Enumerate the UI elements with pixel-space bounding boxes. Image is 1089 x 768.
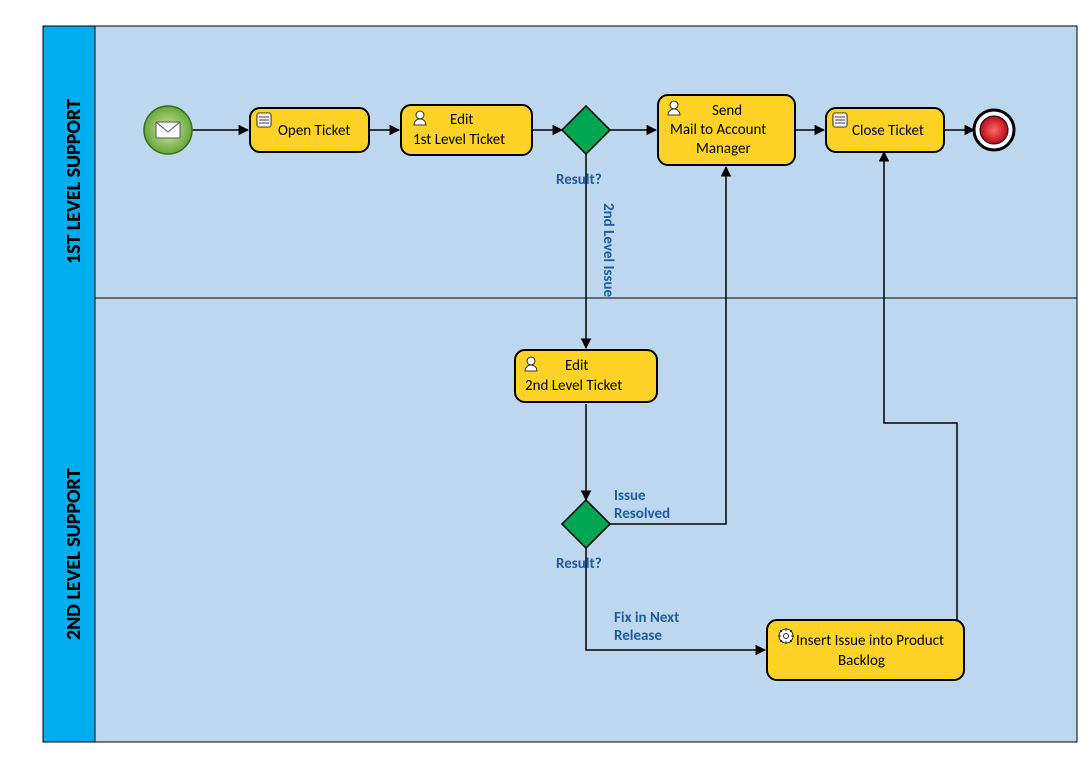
bpmn-diagram: 1ST LEVEL SUPPORT 2ND LEVEL SUPPORT [0, 0, 1089, 768]
svg-text:2nd Level Ticket: 2nd Level Ticket [525, 377, 622, 395]
svg-text:Release: Release [614, 627, 662, 645]
end-event [974, 110, 1014, 150]
svg-text:Edit: Edit [565, 357, 588, 375]
svg-text:Result?: Result? [556, 555, 602, 573]
svg-text:Fix in Next: Fix in Next [614, 609, 679, 627]
svg-text:Open Ticket: Open Ticket [278, 122, 350, 140]
svg-text:Close Ticket: Close Ticket [852, 122, 924, 140]
svg-text:1st Level Ticket: 1st Level Ticket [413, 131, 505, 149]
svg-text:Mail to Account: Mail to Account [670, 121, 766, 139]
svg-text:2nd Level Issue: 2nd Level Issue [599, 203, 617, 298]
task-edit-l2: Edit 2nd Level Ticket [515, 350, 657, 402]
svg-text:1ST LEVEL SUPPORT: 1ST LEVEL SUPPORT [62, 99, 86, 264]
svg-text:Insert Issue into Product: Insert Issue into Product [796, 632, 944, 650]
svg-text:Send: Send [712, 102, 742, 120]
svg-text:2ND LEVEL SUPPORT: 2ND LEVEL SUPPORT [62, 468, 86, 640]
svg-text:Issue: Issue [614, 487, 646, 505]
svg-text:Backlog: Backlog [838, 652, 885, 670]
task-open-ticket: Open Ticket [250, 108, 369, 152]
task-close-ticket: Close Ticket [826, 108, 944, 152]
service-gear-icon [778, 628, 794, 644]
svg-text:Resolved: Resolved [614, 505, 670, 523]
task-backlog: Insert Issue into Product Backlog [767, 620, 964, 680]
svg-text:Manager: Manager [696, 140, 751, 158]
task-send-mail: Send Mail to Account Manager [658, 95, 795, 165]
start-event [144, 106, 192, 154]
task-edit-l1: Edit 1st Level Ticket [401, 105, 532, 155]
svg-text:Result?: Result? [556, 171, 602, 189]
script-icon [833, 113, 847, 127]
script-icon [257, 113, 271, 127]
svg-text:Edit: Edit [450, 111, 473, 129]
